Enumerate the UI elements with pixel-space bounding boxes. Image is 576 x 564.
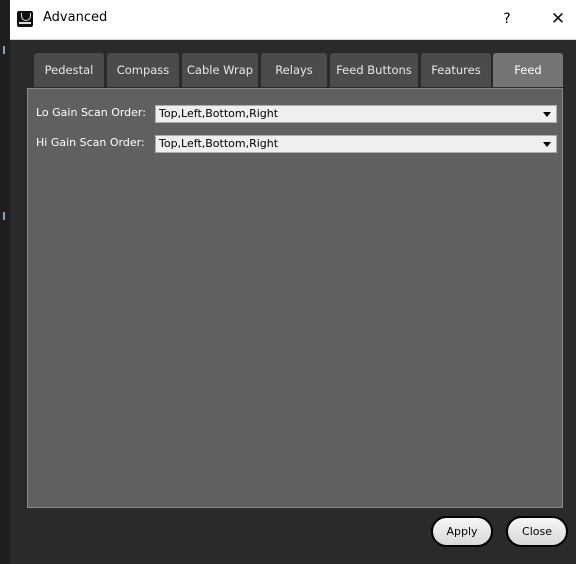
dialog-body: Pedestal Compass Cable Wrap Relays Feed … (10, 40, 576, 564)
chevron-down-icon (543, 112, 551, 117)
app-logo-icon (17, 11, 33, 27)
tab-relays[interactable]: Relays (261, 53, 327, 87)
window-title: Advanced (43, 10, 108, 25)
title-bar: Advanced ? ✕ (10, 0, 576, 40)
lo-gain-scan-order-value: Top,Left,Bottom,Right (159, 107, 279, 120)
tab-features[interactable]: Features (421, 53, 491, 87)
tab-cable-wrap[interactable]: Cable Wrap (182, 53, 258, 87)
tab-feed-buttons[interactable]: Feed Buttons (330, 53, 418, 87)
close-button[interactable]: Close (506, 516, 568, 547)
window-close-button[interactable]: ✕ (540, 6, 576, 32)
hi-gain-scan-order-select[interactable]: Top,Left,Bottom,Right (155, 135, 557, 153)
feed-settings-panel: Lo Gain Scan Order: Top,Left,Bottom,Righ… (27, 88, 563, 508)
background-marker (3, 212, 5, 220)
lo-gain-scan-order-select[interactable]: Top,Left,Bottom,Right (155, 105, 557, 123)
background-window-edge (0, 0, 10, 564)
help-button[interactable]: ? (492, 6, 522, 32)
tab-compass[interactable]: Compass (107, 53, 179, 87)
advanced-dialog: Advanced ? ✕ Pedestal Compass Cable Wrap… (10, 0, 576, 564)
apply-button[interactable]: Apply (431, 516, 493, 547)
tab-pedestal[interactable]: Pedestal (34, 53, 104, 87)
tab-feed[interactable]: Feed (493, 53, 563, 87)
hi-gain-scan-order-value: Top,Left,Bottom,Right (159, 137, 279, 150)
background-marker (3, 46, 5, 54)
hi-gain-scan-order-label: Hi Gain Scan Order: (36, 136, 145, 149)
lo-gain-scan-order-label: Lo Gain Scan Order: (36, 106, 146, 119)
chevron-down-icon (543, 142, 551, 147)
